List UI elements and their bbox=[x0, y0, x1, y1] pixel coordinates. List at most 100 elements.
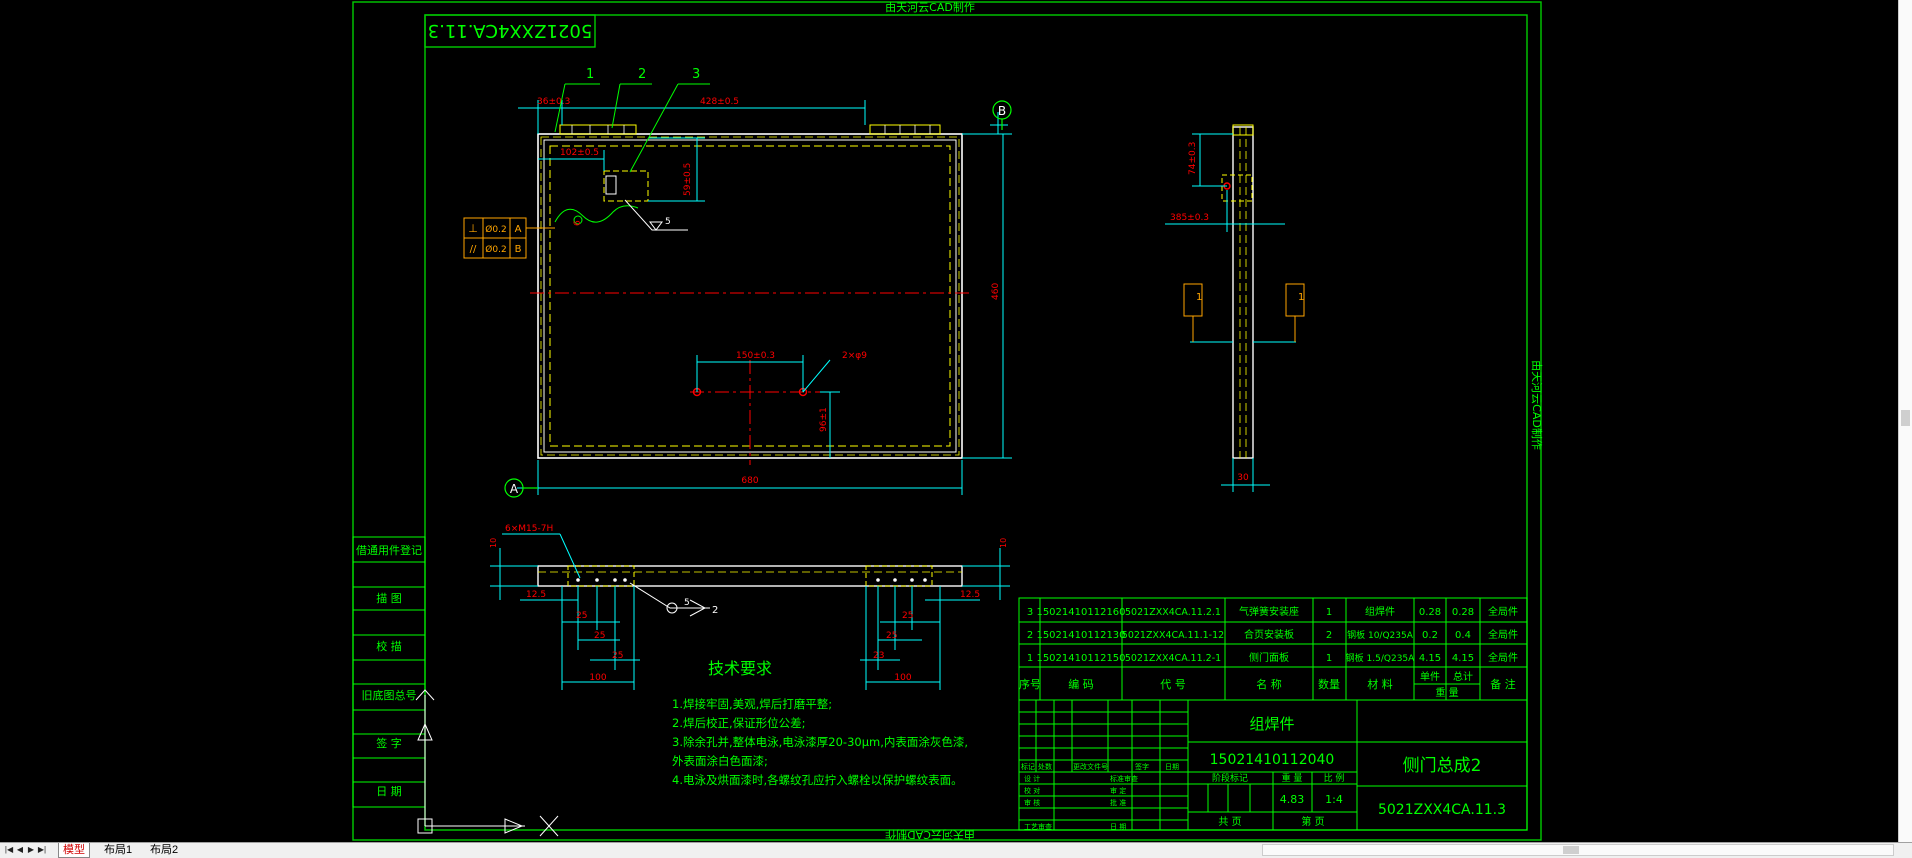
bom-cell-unit: 4.15 bbox=[1419, 653, 1441, 664]
bom-cell-note: 全局件 bbox=[1488, 651, 1518, 664]
bom-cell-material: 钢板 1.5/Q235A bbox=[1346, 652, 1415, 664]
stamp-label-5: 签 字 bbox=[376, 736, 402, 750]
dim-6: 6 bbox=[573, 220, 583, 226]
stamp-label-6: 日 期 bbox=[376, 785, 402, 798]
bom-cell-material: 钢板 10/Q235A bbox=[1347, 629, 1414, 641]
vertical-scroll-thumb[interactable] bbox=[1901, 410, 1910, 426]
bom-cell-code: 15021410112160 bbox=[1036, 607, 1125, 618]
title-sheet-no: 第 页 bbox=[1301, 815, 1324, 828]
tech-item-3: 3.除余孔并,整体电泳,电泳漆厚20-30μm,内表面涂灰色漆, bbox=[672, 735, 968, 749]
role-standard: 标准审查 bbox=[1110, 774, 1138, 783]
last-tab-button[interactable]: ▶| bbox=[37, 844, 47, 856]
ucs-icon bbox=[415, 689, 559, 837]
bom-h-qty: 数量 bbox=[1318, 678, 1340, 691]
bom-cell-material: 组焊件 bbox=[1365, 605, 1395, 618]
tol-datum-par: B bbox=[515, 244, 522, 255]
tab-layout1[interactable]: 布局1 bbox=[100, 843, 136, 858]
bom-cell-code: 15021410112150 bbox=[1036, 653, 1125, 664]
side-dim-385: 385±0.3 bbox=[1170, 213, 1209, 223]
prev-tab-button[interactable]: ◀ bbox=[15, 844, 25, 856]
tab-model[interactable]: 模型 bbox=[58, 843, 90, 858]
bottom-thread: 6×M15-7H bbox=[505, 524, 553, 534]
bom-cell-name: 气弹簧安装座 bbox=[1239, 605, 1299, 618]
watermark-right: 由天河云CAD制作 bbox=[1530, 360, 1544, 450]
dim-102: 102±0.5 bbox=[560, 148, 599, 158]
bom-h-drawing: 代 号 bbox=[1160, 678, 1186, 691]
dim-428: 428±0.5 bbox=[700, 97, 739, 107]
rev-h-mark: 标记 bbox=[1021, 762, 1035, 771]
horizontal-scroll-thumb[interactable] bbox=[1563, 846, 1579, 854]
bom-cell-drawing: 5021ZXX4CA.11.1-12 bbox=[1122, 630, 1224, 641]
bottom-dim-25-b: 25 bbox=[594, 631, 605, 641]
weld-symbol-front bbox=[624, 199, 688, 231]
bom-cell-total: 4.15 bbox=[1452, 653, 1474, 664]
tech-title: 技术要求 bbox=[708, 659, 772, 678]
balloon-3: 3 bbox=[692, 67, 700, 82]
bom-h-note: 备 注 bbox=[1490, 677, 1516, 691]
datum-b-label: B bbox=[998, 104, 1006, 118]
title-type: 组焊件 bbox=[1249, 715, 1294, 733]
role-review: 审 核 bbox=[1024, 798, 1040, 807]
bottom-dim-12.5-r: 12.5 bbox=[960, 590, 980, 600]
bom-cell-name: 合页安装板 bbox=[1244, 628, 1294, 641]
bom-cell-unit: 0.2 bbox=[1422, 630, 1438, 641]
tab-layout2[interactable]: 布局2 bbox=[146, 843, 182, 858]
bom-h-total: 总计 bbox=[1453, 670, 1473, 683]
bottom-dim-23: 23 bbox=[873, 651, 884, 661]
bottom-weld-size: 5 bbox=[684, 598, 690, 608]
rev-h-count: 处数 bbox=[1038, 762, 1052, 771]
bom-cell-no: 1 bbox=[1027, 653, 1033, 664]
tol-symbol-par: // bbox=[470, 244, 477, 255]
rev-h-doc: 更改文件号 bbox=[1073, 762, 1108, 771]
first-tab-button[interactable]: |◀ bbox=[4, 844, 14, 856]
bottom-weld-num: 2 bbox=[712, 605, 718, 616]
watermark-bottom: 由天河云CAD制作 bbox=[885, 828, 975, 842]
side-weld-right: 1 bbox=[1298, 292, 1304, 303]
horizontal-scrollbar[interactable] bbox=[1262, 844, 1894, 856]
side-view bbox=[1165, 124, 1305, 492]
cad-drawing-canvas[interactable]: 由天河云CAD制作 由天河云CAD制作 由天河云CAD制作 5021ZXX4CA… bbox=[0, 0, 1912, 842]
dim-460: 460 bbox=[991, 283, 1001, 300]
watermark-top: 由天河云CAD制作 bbox=[885, 0, 975, 14]
left-stamp-column bbox=[352, 536, 426, 808]
bom-h-weight: 重 量 bbox=[1435, 686, 1458, 699]
tol-value-par: Ø0.2 bbox=[485, 244, 506, 255]
next-tab-button[interactable]: ▶ bbox=[26, 844, 36, 856]
bom-cell-qty: 1 bbox=[1326, 653, 1332, 664]
side-dim-74: 74±0.3 bbox=[1188, 142, 1198, 175]
bom-h-material: 材 料 bbox=[1367, 677, 1393, 691]
role-design: 设 计 bbox=[1024, 774, 1040, 783]
rev-h-sign: 签字 bbox=[1135, 762, 1149, 771]
side-dim-30: 30 bbox=[1237, 473, 1249, 483]
stamp-label-1: 借通用件登记 bbox=[356, 543, 422, 557]
title-weight: 4.83 bbox=[1280, 793, 1305, 806]
tech-item-4: 4.电泳及烘面漆时,各螺纹孔应拧入螺栓以保护螺纹表面。 bbox=[672, 773, 963, 787]
title-scale-header: 比 例 bbox=[1324, 772, 1345, 784]
rev-h-date: 日期 bbox=[1165, 763, 1179, 771]
role-check: 校 对 bbox=[1024, 786, 1040, 795]
bom-cell-drawing: 5021ZXX4CA.11.2.1 bbox=[1125, 607, 1221, 618]
title-sheet-total: 共 页 bbox=[1218, 816, 1241, 828]
vertical-scrollbar[interactable] bbox=[1898, 0, 1912, 842]
bottom-dim-10-l: 10 bbox=[489, 538, 498, 548]
bom-h-unit: 单件 bbox=[1420, 671, 1440, 683]
dim-96: 96±1 bbox=[819, 407, 829, 432]
side-weld-left: 1 bbox=[1196, 292, 1202, 303]
weld-size-front: 5 bbox=[665, 217, 671, 227]
balloon-2: 2 bbox=[638, 67, 646, 82]
tech-item-3b: 外表面涂白色面漆; bbox=[672, 754, 768, 768]
stamp-label-2: 描 图 bbox=[376, 591, 402, 605]
dim-36: 36±0.3 bbox=[537, 97, 570, 107]
title-scale: 1:4 bbox=[1325, 793, 1343, 806]
bom-cell-note: 全局件 bbox=[1488, 605, 1518, 618]
bottom-dim-25-a: 25 bbox=[576, 611, 587, 621]
bom-row-1: 1 15021410112150 5021ZXX4CA.11.2-1 侧门面板 … bbox=[1027, 651, 1518, 664]
stamp-label-4: 旧底图总号 bbox=[362, 688, 417, 702]
bottom-dim-100-r: 100 bbox=[894, 673, 911, 683]
bom-h-no: 序号 bbox=[1019, 677, 1041, 691]
tech-item-2: 2.焊后校正,保证形位公差; bbox=[672, 716, 806, 730]
bom-cell-unit: 0.28 bbox=[1419, 607, 1441, 618]
bom-cell-total: 0.4 bbox=[1455, 630, 1471, 641]
dim-59: 59±0.5 bbox=[683, 163, 693, 196]
role-date: 日 期 bbox=[1110, 823, 1126, 831]
